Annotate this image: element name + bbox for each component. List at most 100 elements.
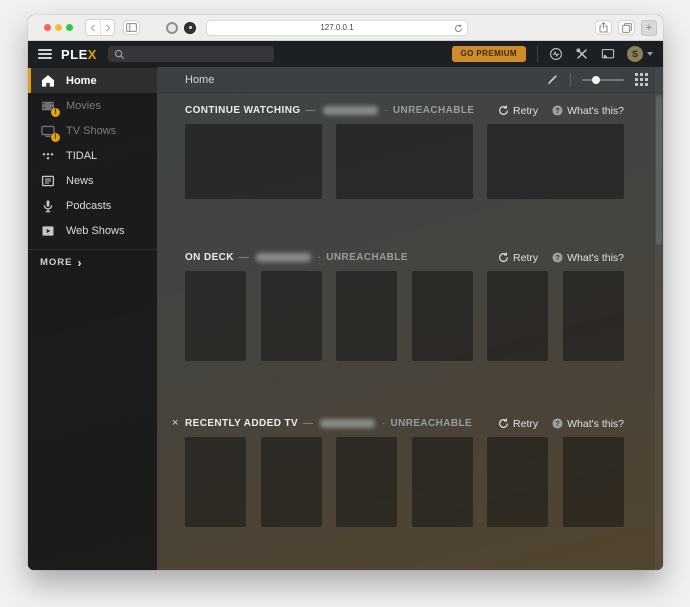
retry-button[interactable]: Retry [498, 418, 538, 430]
share-icon [599, 22, 608, 33]
forward-button[interactable] [100, 20, 114, 35]
main-area: Home CONTINUE WATCHING — · UNREACHABLE R… [157, 67, 663, 570]
section-dot: · [382, 418, 386, 429]
zoom-window-button[interactable] [66, 24, 73, 31]
header-divider [537, 46, 538, 62]
podcasts-icon [40, 198, 56, 214]
section-dash: — [303, 418, 314, 429]
section-recently-added-tv: × RECENTLY ADDED TV — · UNREACHABLE Retr… [172, 417, 624, 527]
new-tab-button[interactable]: + [641, 19, 657, 36]
browser-right-buttons: + [595, 19, 657, 36]
sidebar-item-label: Web Shows [66, 224, 125, 237]
url-text: 127.0.0.1 [320, 23, 354, 32]
placeholder-poster [487, 437, 549, 527]
retry-icon [499, 418, 508, 428]
plex-logo[interactable]: PLEX [61, 47, 97, 62]
section-title: ON DECK [185, 252, 234, 263]
card-row [185, 124, 624, 199]
section-dash: — [305, 105, 316, 116]
extension-button-2[interactable] [184, 21, 196, 34]
go-premium-button[interactable]: GO PREMIUM [451, 46, 526, 62]
placeholder-poster [411, 437, 473, 527]
placeholder-poster [487, 271, 549, 361]
sidebar-item-web-shows[interactable]: Web Shows [28, 218, 157, 243]
placeholder-poster [336, 271, 398, 361]
close-window-button[interactable] [44, 24, 51, 31]
pencil-icon [548, 75, 557, 84]
sidebar-item-podcasts[interactable]: Podcasts [28, 193, 157, 218]
toolbar-divider [570, 73, 571, 86]
whats-this-button[interactable]: ? What's this? [552, 105, 624, 117]
sidebar: Home ! Movies ! TV Shows TIDAL News Podc… [28, 67, 157, 570]
plex-header: PLEX GO PREMIUM S [28, 41, 663, 67]
question-icon: ? [552, 105, 563, 116]
sub-toolbar: Home [157, 67, 663, 93]
sidebar-toggle-button[interactable] [123, 20, 140, 35]
svg-text:?: ? [555, 106, 560, 115]
server-name-redacted [255, 253, 311, 262]
sidebar-item-news[interactable]: News [28, 168, 157, 193]
section-header: ON DECK — · UNREACHABLE Retry ? What's t… [185, 251, 624, 264]
whats-this-button[interactable]: ? What's this? [552, 252, 624, 264]
placeholder-poster [185, 271, 246, 361]
browser-window: 127.0.0.1 + PLEX GO PREMIUM S Home ! Mov… [28, 15, 663, 570]
sidebar-list: Home ! Movies ! TV Shows TIDAL News Podc… [28, 68, 157, 243]
placeholder-poster [562, 437, 624, 527]
svg-text:?: ? [555, 419, 560, 428]
retry-icon [499, 105, 508, 115]
extension-button-1[interactable] [166, 21, 178, 34]
sidebar-item-label: Home [66, 74, 97, 87]
sidebar-item-label: TIDAL [66, 149, 98, 162]
sidebar-item-tv-shows[interactable]: ! TV Shows [28, 118, 157, 143]
sidebar-item-label: TV Shows [66, 124, 117, 137]
movies-icon: ! [40, 98, 60, 117]
edit-home-button[interactable] [546, 73, 559, 86]
sidebar-item-tidal[interactable]: TIDAL [28, 143, 157, 168]
sidebar-more-button[interactable]: MORE › [28, 249, 157, 275]
section-header: CONTINUE WATCHING — · UNREACHABLE Retry … [185, 104, 624, 117]
sidebar-item-home[interactable]: Home [28, 68, 157, 93]
retry-icon [499, 252, 508, 262]
minimize-window-button[interactable] [55, 24, 62, 31]
section-dot: · [317, 252, 322, 263]
section-title: CONTINUE WATCHING [185, 105, 301, 116]
placeholder-poster [260, 437, 322, 527]
sidebar-item-movies[interactable]: ! Movies [28, 93, 157, 118]
tidal-icon [40, 148, 56, 164]
tab-overview-button[interactable] [618, 20, 635, 35]
chevron-down-icon[interactable] [647, 52, 653, 56]
grid-icon [635, 73, 648, 86]
home-sections: CONTINUE WATCHING — · UNREACHABLE Retry … [157, 104, 663, 527]
warning-badge: ! [51, 107, 60, 117]
search-input[interactable] [107, 46, 274, 62]
activity-icon[interactable] [549, 47, 563, 61]
tv-icon: ! [40, 123, 60, 142]
whats-this-button[interactable]: ? What's this? [552, 418, 624, 430]
sidebar-item-label: News [66, 174, 94, 187]
sidebar-item-label: Podcasts [66, 199, 112, 212]
placeholder-poster [260, 271, 322, 361]
traffic-lights [44, 24, 73, 31]
avatar[interactable]: S [627, 46, 643, 62]
retry-button[interactable]: Retry [498, 105, 538, 117]
back-button[interactable] [86, 20, 100, 35]
dismiss-section-button[interactable]: × [172, 417, 178, 430]
share-button[interactable] [595, 20, 612, 35]
poster-size-slider[interactable] [582, 75, 624, 84]
header-icons [549, 47, 615, 61]
plex-logo-accent: X [87, 46, 97, 62]
menu-button[interactable] [38, 49, 52, 59]
settings-tools-icon[interactable] [575, 47, 589, 61]
retry-button[interactable]: Retry [498, 252, 538, 264]
reload-button[interactable] [454, 23, 463, 33]
scrollbar-thumb[interactable] [656, 95, 662, 245]
placeholder-poster [562, 271, 624, 361]
grid-view-button[interactable] [635, 73, 648, 86]
tabs-icon [621, 22, 632, 33]
question-icon: ? [552, 418, 563, 429]
cast-icon[interactable] [601, 47, 615, 61]
search-icon [114, 49, 125, 59]
address-bar[interactable]: 127.0.0.1 [206, 19, 468, 36]
slider-thumb[interactable] [592, 75, 600, 84]
placeholder-poster [336, 124, 473, 199]
